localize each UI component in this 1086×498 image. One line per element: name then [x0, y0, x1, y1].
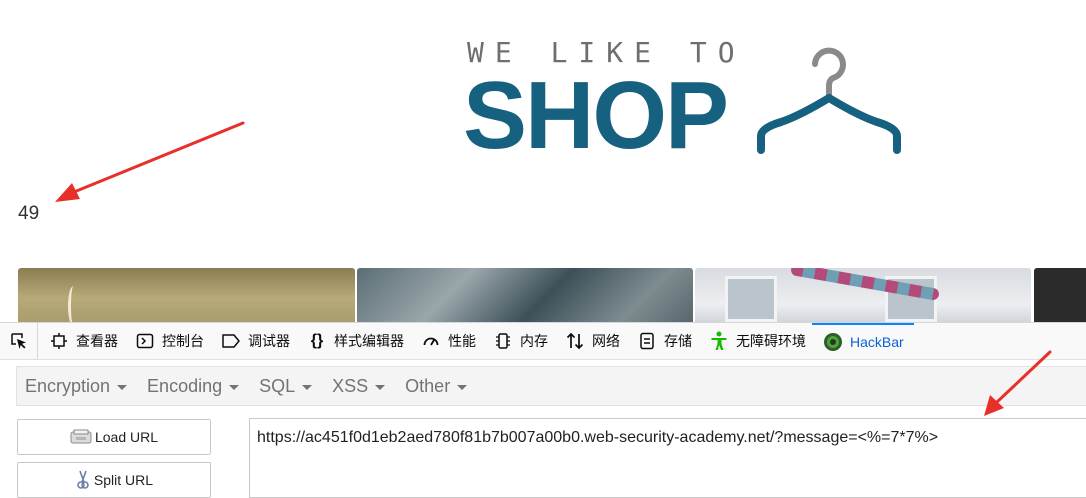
tab-label: 网络 — [592, 333, 620, 349]
console-icon — [134, 330, 156, 352]
style-editor-icon: {} — [310, 332, 324, 349]
tab-label: 存储 — [664, 333, 692, 349]
menu-label: Encoding — [147, 375, 223, 396]
debugger-icon — [220, 330, 242, 352]
tab-network[interactable]: 网络 — [554, 323, 626, 359]
tab-label: HackBar — [850, 334, 904, 350]
tab-console[interactable]: 控制台 — [124, 323, 210, 359]
tab-style-editor[interactable]: {} 样式编辑器 — [296, 323, 410, 359]
tab-label: 控制台 — [162, 333, 204, 349]
accessibility-icon — [708, 330, 730, 352]
product-image[interactable] — [1034, 268, 1086, 322]
menu-encoding[interactable]: Encoding — [139, 376, 251, 397]
menu-label: SQL — [259, 375, 296, 396]
memory-icon — [492, 330, 514, 352]
logo-brand: SHOP — [463, 62, 729, 169]
menu-sql[interactable]: SQL — [251, 376, 324, 397]
url-textarea[interactable]: https://ac451f0d1eb2aed780f81b7b007a00b0… — [249, 418, 1086, 498]
performance-icon — [420, 330, 442, 352]
hanger-logo-icon — [757, 47, 901, 154]
product-image[interactable] — [357, 268, 693, 322]
tab-label: 样式编辑器 — [334, 333, 404, 349]
tab-debugger[interactable]: 调试器 — [210, 323, 296, 359]
split-url-label: Split URL — [93, 472, 154, 488]
menu-label: Other — [405, 375, 451, 396]
tab-label: 性能 — [448, 333, 476, 349]
caret-down-icon — [229, 385, 240, 390]
devtools-toolbar: 查看器 控制台 调试器 {} 样式编辑器 性能 内存 网络 存储 无障碍环境 H… — [0, 322, 1086, 360]
tab-label: 无障碍环境 — [736, 333, 806, 349]
tab-storage[interactable]: 存储 — [626, 323, 698, 359]
tab-label: 查看器 — [76, 333, 118, 349]
tab-memory[interactable]: 内存 — [482, 323, 554, 359]
storage-icon — [636, 330, 658, 352]
hackbar-menu: Encryption Encoding SQL XSS Other — [16, 366, 1086, 406]
menu-label: XSS — [332, 375, 369, 396]
load-url-label: Load URL — [94, 429, 159, 445]
tab-performance[interactable]: 性能 — [410, 323, 482, 359]
caret-down-icon — [375, 385, 386, 390]
tab-accessibility[interactable]: 无障碍环境 — [698, 323, 812, 359]
caret-down-icon — [117, 385, 128, 390]
rendered-result: 49 — [18, 203, 40, 224]
hackbar-icon — [822, 331, 844, 353]
web-page: WE LIKE TO SHOP 49 — [0, 0, 1086, 322]
element-picker-icon — [10, 333, 26, 349]
network-icon — [564, 330, 586, 352]
product-image[interactable] — [695, 268, 1031, 322]
menu-other[interactable]: Other — [397, 376, 479, 397]
tab-hackbar[interactable]: HackBar — [812, 323, 914, 359]
tab-label: 内存 — [520, 333, 548, 349]
inspector-icon — [48, 330, 70, 352]
menu-encryption[interactable]: Encryption — [17, 376, 139, 397]
scissors-icon — [75, 470, 91, 490]
tab-label: 调试器 — [248, 333, 290, 349]
caret-down-icon — [457, 385, 468, 390]
product-image[interactable] — [18, 268, 355, 322]
caret-down-icon — [302, 385, 313, 390]
menu-xss[interactable]: XSS — [324, 376, 397, 397]
menu-label: Encryption — [25, 375, 111, 396]
load-url-icon — [70, 429, 92, 445]
element-picker-button[interactable] — [0, 323, 38, 359]
tab-inspector[interactable]: 查看器 — [38, 323, 124, 359]
load-url-button[interactable]: Load URL — [17, 419, 211, 455]
